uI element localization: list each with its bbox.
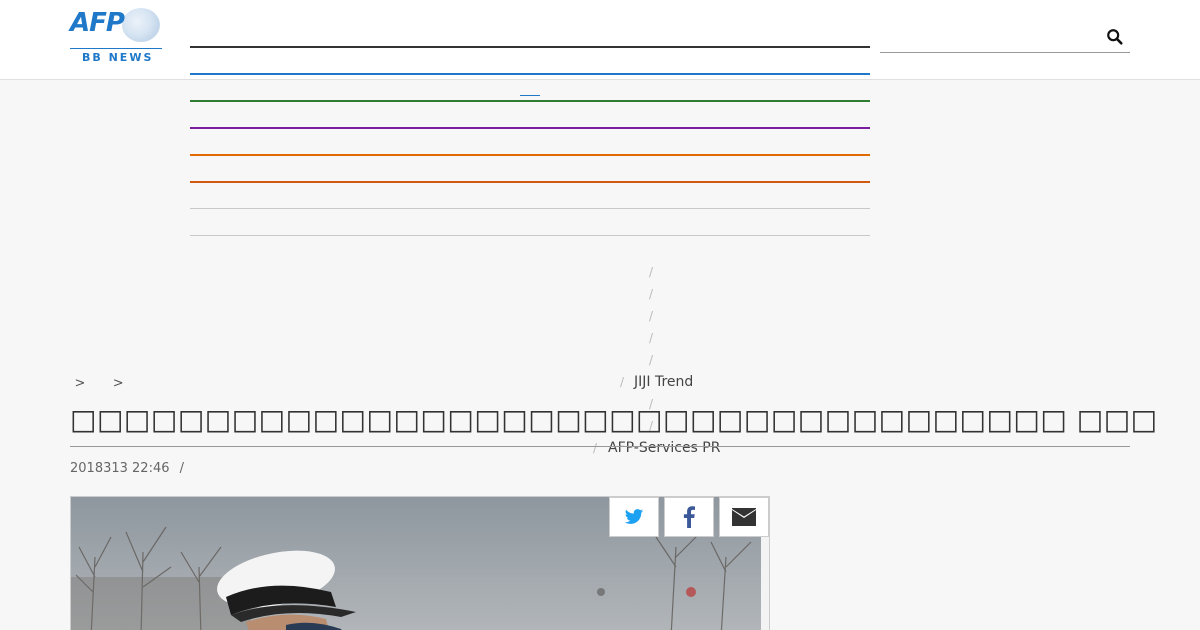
nav-category-6[interactable] xyxy=(190,181,870,183)
nav-category-7[interactable] xyxy=(190,208,870,209)
nav-category-5[interactable] xyxy=(190,154,870,156)
email-share-button[interactable] xyxy=(719,497,769,537)
search-input[interactable] xyxy=(880,22,1100,52)
title-divider xyxy=(70,446,1130,447)
facebook-icon xyxy=(683,506,695,528)
article-date: 2018313 22:46 xyxy=(70,461,170,476)
facebook-share-button[interactable] xyxy=(664,497,714,537)
nav-category-8[interactable] xyxy=(190,235,870,236)
breadcrumb-separator: > xyxy=(74,376,86,391)
dropdown-item-jiji-trend[interactable]: JIJI Trend xyxy=(634,374,693,390)
dropdown-separator: / xyxy=(649,309,654,323)
logo-subtitle: BB NEWS xyxy=(82,51,154,64)
nav-category-1[interactable] xyxy=(190,46,870,48)
email-icon xyxy=(732,508,756,526)
logo-divider xyxy=(70,48,162,49)
dropdown-separator: / xyxy=(649,287,654,301)
breadcrumb-separator: > xyxy=(112,376,124,391)
nav-category-2[interactable] xyxy=(190,73,870,75)
meta-separator: / xyxy=(179,461,185,476)
twitter-icon xyxy=(624,509,644,524)
search-box[interactable] xyxy=(880,22,1130,53)
dropdown-separator: / xyxy=(649,331,654,345)
twitter-share-button[interactable] xyxy=(609,497,659,537)
dropdown-separator: / xyxy=(649,353,654,367)
site-header: AFP BB NEWS xyxy=(0,0,1200,80)
nav-category-3[interactable] xyxy=(190,100,870,102)
logo-brand: AFP xyxy=(70,8,125,38)
search-icon[interactable] xyxy=(1106,28,1124,46)
afp-bb-news-logo[interactable]: AFP BB NEWS xyxy=(70,8,162,64)
dropdown-separator: / xyxy=(593,441,598,455)
dropdown-separator: / xyxy=(620,375,625,389)
dropdown-separator: / xyxy=(649,265,654,279)
globe-icon xyxy=(122,8,160,42)
breadcrumb: > > xyxy=(70,376,142,391)
article-meta: 2018313 22:46 / xyxy=(70,461,184,476)
nav-category-4[interactable] xyxy=(190,127,870,129)
nav-active-indicator xyxy=(520,95,540,96)
article-title: □□□□□□□□□□□□□□□□□□□□□□□□□□□□□□□□□□□□□ □□… xyxy=(70,403,1158,436)
dropdown-item-afp-services-pr[interactable]: AFP-Services PR xyxy=(608,440,720,456)
